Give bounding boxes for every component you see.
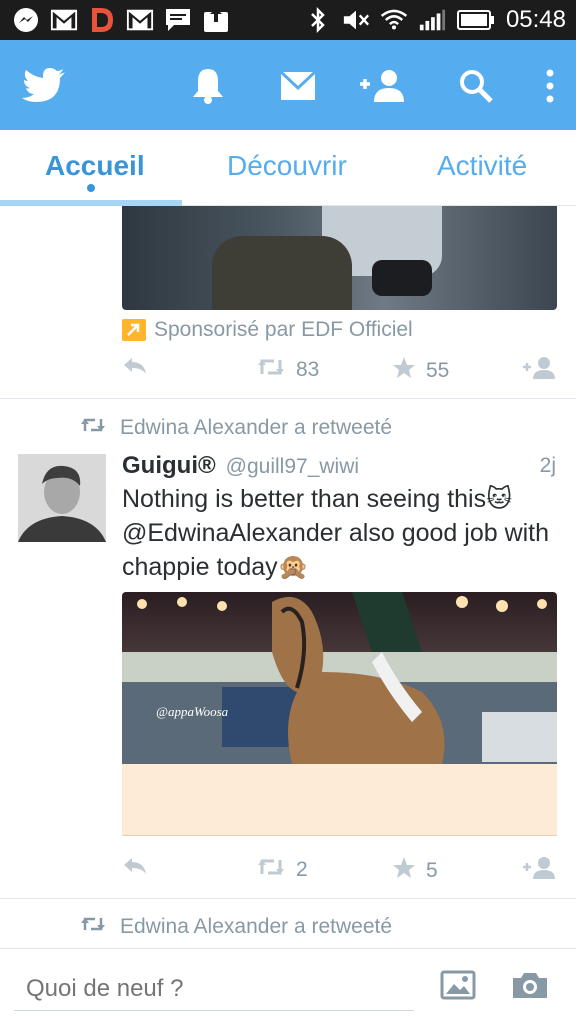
compose-input[interactable] [14,967,414,1011]
tweet-time: 2j [539,454,556,477]
wifi-icon [380,6,408,34]
twitter-bird-icon[interactable] [20,62,68,110]
bluetooth-icon [304,6,332,34]
promoted-tweet-image[interactable] [122,206,557,310]
gmail-icon [50,6,78,34]
tab-activite[interactable]: Activité [437,150,527,182]
retweet-count: 83 [296,358,320,381]
promoted-arrow-icon [122,319,146,341]
retweet-count: 2 [296,858,308,881]
retweeted-by-text: Edwina Alexander a retweeté [120,416,393,439]
tweet-image[interactable]: @appaWoosa [122,592,557,764]
promoted-tweet-actions: 83 55 [122,356,558,388]
retweet-context[interactable]: Edwina Alexander a retweeté [80,416,392,440]
notifications-bell-icon[interactable] [184,62,232,110]
favorite-count: 5 [426,859,438,882]
status-time: 05:48 [505,6,566,33]
sponsored-text: Sponsorisé par EDF Officiel [154,318,413,341]
favorite-count: 55 [426,359,450,382]
signal-icon [418,6,446,34]
tab-decouvrir[interactable]: Découvrir [227,150,347,182]
tweet-text-line: chappie today🙊 [122,553,309,581]
app-bar [0,40,576,130]
tab-accueil[interactable]: Accueil [45,150,145,182]
mute-icon [342,6,370,34]
tweet-text[interactable]: Nothing is better than seeing this🐱 @Edw… [122,482,562,584]
add-user-icon[interactable] [358,62,406,110]
search-icon[interactable] [452,62,500,110]
messages-envelope-icon[interactable] [274,62,322,110]
tweet-divider [0,898,576,899]
reply-button[interactable] [122,356,148,382]
image-watermark: @appaWoosa [156,704,229,719]
retweet-context[interactable]: Edwina Alexander a retweeté [80,915,392,939]
d-app-icon [88,6,116,34]
retweet-icon [256,856,286,884]
retweet-button[interactable]: 2 [256,856,308,884]
reply-icon [122,356,148,382]
overflow-menu-icon[interactable] [526,62,574,110]
tab-bar: Accueil Découvrir Activité [0,130,576,206]
tweet-divider [0,398,576,399]
gmail-icon [126,6,154,34]
message-icon [164,6,192,34]
star-icon [392,356,416,386]
sponsored-label[interactable]: Sponsorisé par EDF Officiel [122,318,413,342]
retweet-small-icon [80,416,106,440]
follow-button[interactable] [522,356,556,386]
add-user-icon [522,356,556,386]
author-name[interactable]: Guigui® [122,452,216,480]
favorite-button[interactable]: 5 [392,856,438,886]
author-handle[interactable]: @guill97_wiwi [226,455,359,479]
avatar[interactable] [18,454,106,542]
compose-bar [0,948,576,1024]
tweet-header: Guigui® @guill97_wiwi [122,452,359,480]
reply-button[interactable] [122,856,148,882]
retweet-small-icon [80,915,106,939]
tweet-actions: 2 5 [122,856,558,888]
reply-icon [122,856,148,882]
camera-icon[interactable] [510,967,550,1003]
favorite-button[interactable]: 55 [392,356,449,386]
timeline-feed[interactable]: Sponsorisé par EDF Officiel 83 55 Edwina… [0,206,576,948]
add-user-icon [522,856,556,886]
tweet-text-line: @EdwinaAlexander also good job with [122,519,550,547]
image-gallery-icon[interactable] [438,967,478,1003]
follow-button[interactable] [522,856,556,886]
active-tab-dot [87,184,95,192]
battery-icon [456,6,496,34]
messenger-icon [12,6,40,34]
photo-upload-icon [202,6,230,34]
retweet-icon [256,356,286,384]
tweet-image-card-footer[interactable] [122,764,557,836]
tweet-text-line: Nothing is better than seeing this🐱 [122,485,513,513]
retweet-button[interactable]: 83 [256,356,319,384]
star-icon [392,856,416,886]
retweeted-by-text: Edwina Alexander a retweeté [120,915,393,938]
status-bar: 05:48 [0,0,576,40]
